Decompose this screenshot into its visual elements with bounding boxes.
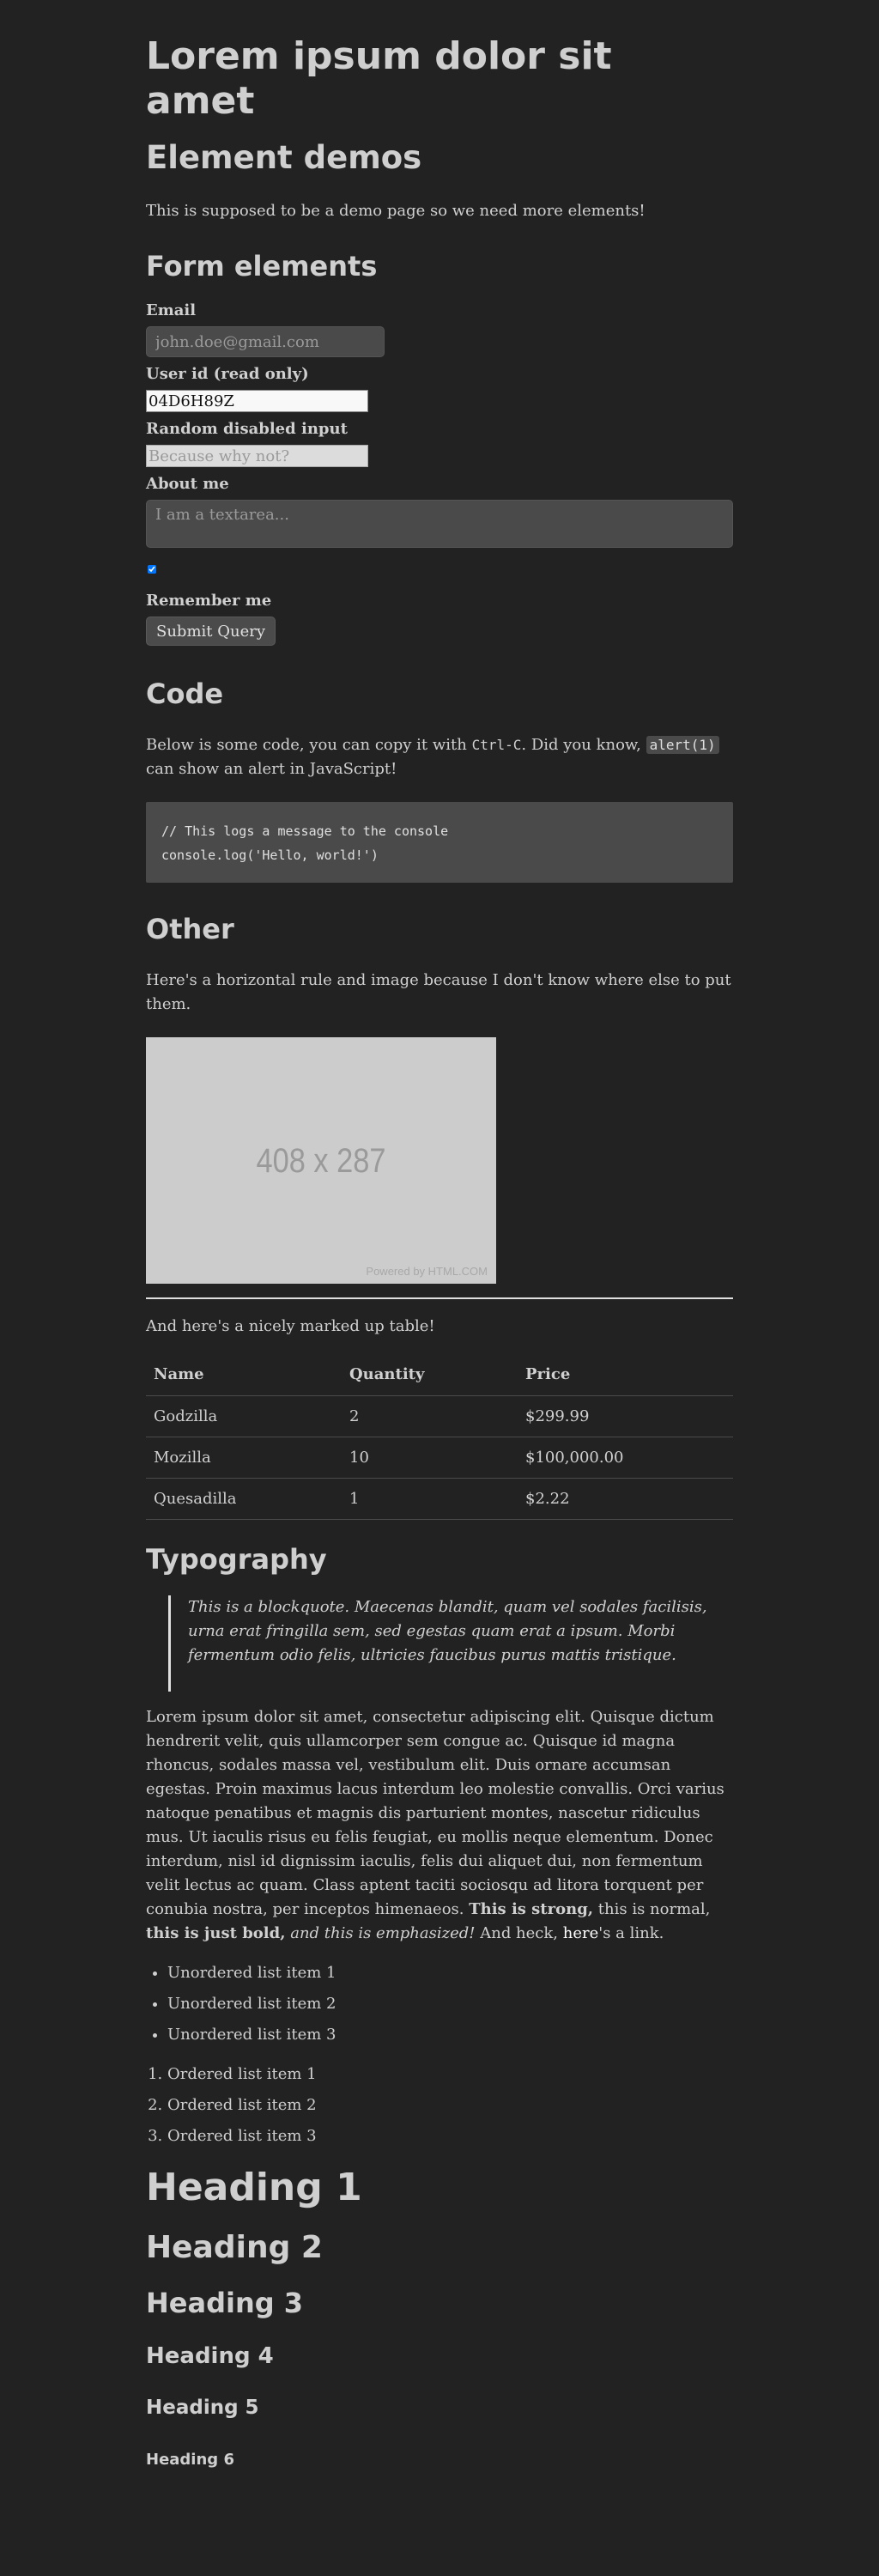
code-line-comment: // This logs a message to the console xyxy=(161,823,449,839)
demo-form: Email User id (read only) Random disable… xyxy=(146,301,733,646)
heading-4: Heading 4 xyxy=(146,2343,274,2369)
list-item: Unordered list item 2 xyxy=(167,1989,733,2020)
table-cell-price: $100,000.00 xyxy=(518,1437,733,1479)
column-header-quantity: Quantity xyxy=(342,1354,518,1396)
intro-text: This is supposed to be a demo page so we… xyxy=(146,202,646,220)
emphasized-text: and this is emphasized! xyxy=(290,1924,476,1942)
table-cell-quantity: 2 xyxy=(342,1395,518,1437)
table-cell-name: Quesadilla xyxy=(146,1478,342,1520)
list-item: Ordered list item 2 xyxy=(167,2090,733,2121)
demo-heading: Element demos xyxy=(146,139,422,176)
column-header-price: Price xyxy=(518,1354,733,1396)
code-text-3: can show an alert in JavaScript! xyxy=(146,760,397,778)
code-line-statement: console.log('Hello, world!') xyxy=(161,848,379,863)
heading-1: Heading 1 xyxy=(146,2166,362,2209)
email-field[interactable] xyxy=(146,326,385,357)
typography-heading: Typography xyxy=(146,1543,327,1576)
table-row: Mozilla 10 $100,000.00 xyxy=(146,1437,733,1479)
code-intro: Below is some code, you can copy it with… xyxy=(146,733,733,781)
bold-text: this is just bold, xyxy=(146,1924,286,1942)
inline-code: alert(1) xyxy=(646,736,719,754)
other-text: Here's a horizontal rule and image becau… xyxy=(146,971,731,1013)
code-block: // This logs a message to the console co… xyxy=(146,802,733,883)
heading-3: Heading 3 xyxy=(146,2287,304,2319)
page-content: Lorem ipsum dolor sit amet Element demos… xyxy=(146,0,733,2471)
email-label: Email xyxy=(146,301,197,319)
code-text-2: . Did you know, xyxy=(521,736,646,754)
table-cell-price: $299.99 xyxy=(518,1395,733,1437)
ordered-list: Ordered list item 1 Ordered list item 2 … xyxy=(146,2059,733,2152)
shortcut-code: Ctrl-C xyxy=(471,737,522,753)
table-intro: And here's a nicely marked up table! xyxy=(146,1317,435,1335)
image-credit: Powered by HTML.COM xyxy=(366,1265,488,1278)
user-id-field[interactable] xyxy=(146,390,368,412)
column-header-name: Name xyxy=(146,1354,342,1396)
strong-text: This is strong, xyxy=(469,1900,594,1918)
horizontal-rule xyxy=(146,1297,733,1299)
submit-button[interactable]: Submit Query xyxy=(146,617,276,646)
heading-5: Heading 5 xyxy=(146,2397,259,2419)
list-item: Ordered list item 3 xyxy=(167,2121,733,2152)
table-cell-name: Godzilla xyxy=(146,1395,342,1437)
remember-me-label[interactable]: Remember me xyxy=(146,591,733,611)
price-table: Name Quantity Price Godzilla 2 $299.99 M… xyxy=(146,1354,733,1520)
page-title: Lorem ipsum dolor sit amet xyxy=(146,34,612,123)
table-cell-name: Mozilla xyxy=(146,1437,342,1479)
form-heading: Form elements xyxy=(146,250,378,283)
placeholder-image: 408 x 287 Powered by HTML.COM xyxy=(146,1037,496,1284)
about-me-textarea[interactable] xyxy=(146,500,733,548)
table-cell-price: $2.22 xyxy=(518,1478,733,1520)
normal-text: this is normal, xyxy=(593,1900,711,1918)
list-item: Unordered list item 1 xyxy=(167,1958,733,1989)
lorem-text: Lorem ipsum dolor sit amet, consectetur … xyxy=(146,1708,724,1918)
table-cell-quantity: 1 xyxy=(342,1478,518,1520)
table-row: Quesadilla 1 $2.22 xyxy=(146,1478,733,1520)
table-cell-quantity: 10 xyxy=(342,1437,518,1479)
user-id-label: User id (read only) xyxy=(146,365,309,383)
about-me-label: About me xyxy=(146,475,229,493)
disabled-input xyxy=(146,445,368,467)
code-heading: Code xyxy=(146,677,224,710)
heading-6: Heading 6 xyxy=(146,2451,234,2469)
disabled-input-label: Random disabled input xyxy=(146,420,348,438)
code-text-1: Below is some code, you can copy it with xyxy=(146,736,472,754)
link-tail-text: 's a link. xyxy=(598,1924,664,1942)
table-header-row: Name Quantity Price xyxy=(146,1354,733,1396)
other-heading: Other xyxy=(146,913,234,945)
list-item: Ordered list item 1 xyxy=(167,2059,733,2090)
here-link[interactable]: here xyxy=(563,1924,599,1942)
lorem-paragraph: Lorem ipsum dolor sit amet, consectetur … xyxy=(146,1705,733,1946)
list-item: Unordered list item 3 xyxy=(167,2020,733,2050)
table-row: Godzilla 2 $299.99 xyxy=(146,1395,733,1437)
and-heck-text: And heck, xyxy=(475,1924,563,1942)
image-dimensions-label: 408 x 287 xyxy=(256,1142,386,1180)
unordered-list: Unordered list item 1 Unordered list ite… xyxy=(146,1958,733,2050)
blockquote: This is a blockquote. Maecenas blandit, … xyxy=(168,1595,733,1692)
remember-me-checkbox[interactable] xyxy=(148,565,156,574)
heading-2: Heading 2 xyxy=(146,2230,323,2265)
